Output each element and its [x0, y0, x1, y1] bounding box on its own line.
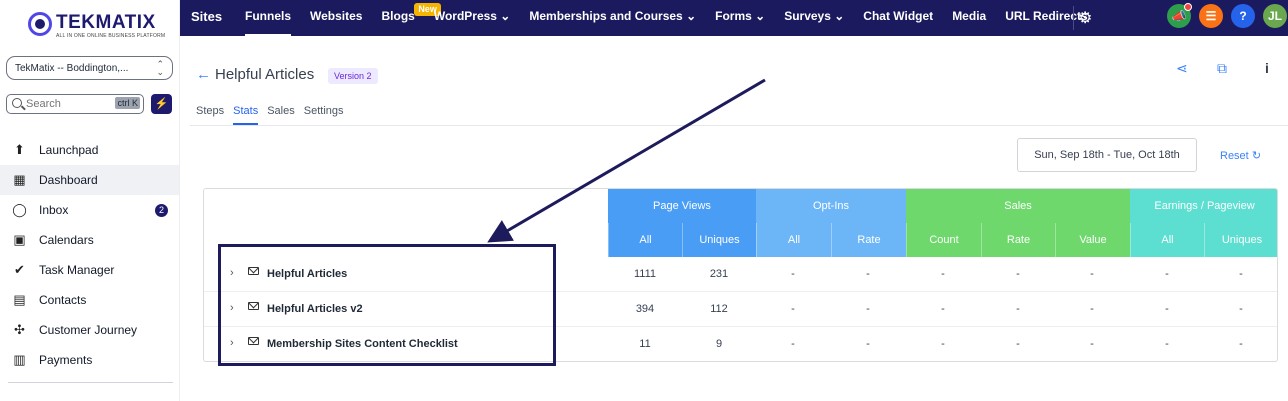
annotation-arrow: [487, 78, 766, 243]
